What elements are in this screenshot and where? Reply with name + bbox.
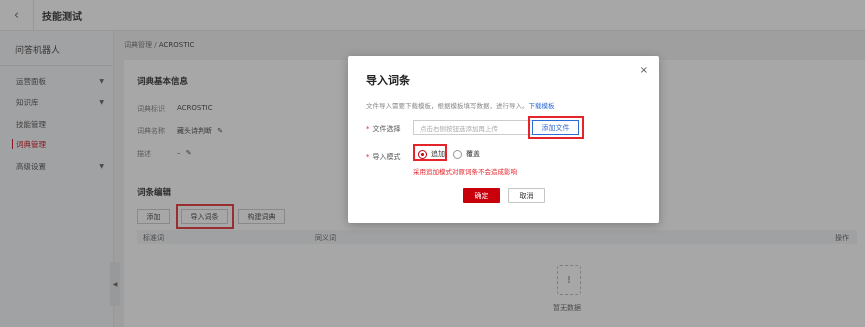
file-path-input[interactable]: 点击右侧按钮选添加再上传 <box>413 120 533 135</box>
import-mode-label: * 导入模式 <box>366 152 401 162</box>
file-select-label: * 文件选择 <box>366 124 401 134</box>
radio-unchecked-icon <box>453 149 462 159</box>
close-icon[interactable]: × <box>640 65 648 76</box>
app-window: ‹ 技能测试 问答机器人 运营面板 ▼ 知识库 ▼ 技能管理 词典管理 高级设置… <box>0 0 865 327</box>
file-select-text: 文件选择 <box>372 125 401 133</box>
append-mode-highlight <box>413 144 447 161</box>
required-marker: * <box>366 125 370 133</box>
mode-overwrite-label: 覆盖 <box>466 150 480 158</box>
add-file-highlight <box>528 116 584 139</box>
download-template-link[interactable]: 下载模板 <box>529 102 555 110</box>
required-marker: * <box>366 153 370 161</box>
confirm-button[interactable]: 确定 <box>463 188 500 203</box>
mode-overwrite-radio[interactable]: 覆盖 <box>453 149 480 159</box>
dialog-title: 导入词条 <box>366 74 410 87</box>
import-mode-text: 导入模式 <box>372 153 401 161</box>
import-entries-dialog: 导入词条 × 文件导入需要下载模板，根据模板填写数据，进行导入。下载模板 * 文件… <box>348 56 659 223</box>
dialog-tip: 文件导入需要下载模板，根据模板填写数据，进行导入。下载模板 <box>366 100 555 110</box>
mode-hint: 采用追加模式对原词条不会造成影响 <box>413 168 517 176</box>
cancel-button[interactable]: 取消 <box>508 188 545 203</box>
tip-text: 文件导入需要下载模板，根据模板填写数据，进行导入。 <box>366 102 529 110</box>
